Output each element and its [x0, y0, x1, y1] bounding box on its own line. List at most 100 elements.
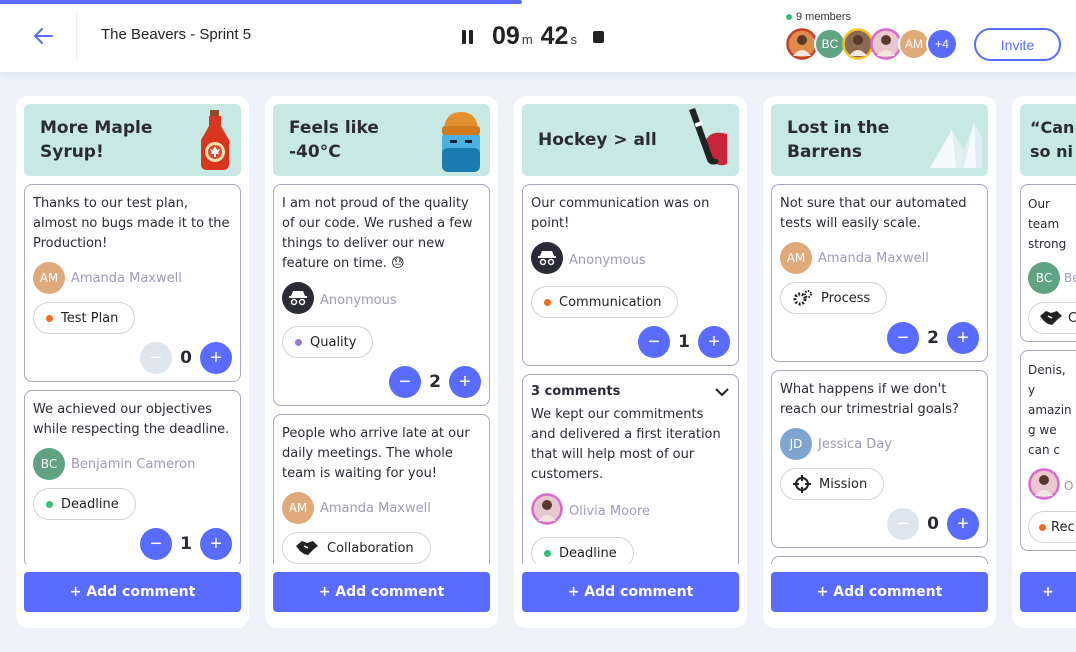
- tag-label: Deadline: [559, 545, 617, 561]
- author-name: Jessica Day: [818, 436, 892, 452]
- tag-label: Mission: [819, 476, 868, 492]
- tag-dot-icon: [46, 314, 53, 322]
- comment-author: Anonymous: [282, 282, 481, 318]
- add-comment-label: Add comment: [833, 584, 943, 600]
- column-title: Lost in the Barrens: [787, 118, 890, 162]
- vote-stepper: −1 +: [33, 528, 232, 560]
- column-title: “Can so ni: [1030, 118, 1075, 161]
- comment-author: Anonymous: [531, 242, 730, 278]
- tag-label: Test Plan: [61, 310, 119, 326]
- tag-chip[interactable]: Deadline: [33, 488, 136, 520]
- author-name: Amanda Maxwell: [320, 500, 431, 516]
- upvote-button[interactable]: +: [947, 508, 979, 540]
- add-comment-label: Add comment: [584, 584, 694, 600]
- vote-count: 2: [927, 328, 939, 348]
- add-comment-label: Add comment: [86, 584, 196, 600]
- tag-chip[interactable]: Test Plan: [33, 302, 136, 334]
- member-avatars[interactable]: BC AM +4: [786, 28, 958, 60]
- tag-chip[interactable]: Collaboration: [282, 532, 431, 564]
- column: Feels like -40°C I am not proud of the qu…: [265, 96, 498, 628]
- column-header: More Maple Syrup!: [24, 104, 241, 176]
- anonymous-icon: [282, 282, 314, 318]
- tag-chip[interactable]: Mission: [780, 468, 885, 500]
- tag-chip[interactable]: Quality: [282, 326, 374, 358]
- vote-stepper: −1 +: [531, 326, 730, 358]
- tag-dot-icon: [544, 298, 551, 306]
- tag-chip[interactable]: Process: [780, 282, 888, 314]
- tag-chip[interactable]: Rec: [1028, 511, 1076, 543]
- comments-count: 3 comments: [531, 384, 621, 399]
- comment-text: Denis, y amazing we can c: [1028, 363, 1072, 457]
- downvote-button[interactable]: −: [887, 508, 919, 540]
- add-comment-button[interactable]: + Add comment: [24, 572, 241, 612]
- upvote-button[interactable]: +: [200, 342, 232, 374]
- stop-icon[interactable]: [592, 30, 604, 43]
- comment-author: AM Amanda Maxwell: [282, 492, 481, 524]
- comment-text: I am not proud of the quality of our cod…: [282, 196, 473, 271]
- comment-text: Our communication was on point!: [531, 196, 710, 231]
- card-list[interactable]: Not sure that our automated tests will e…: [771, 184, 988, 564]
- member-avatar[interactable]: +4: [926, 28, 958, 60]
- minutes-unit: m: [521, 32, 533, 47]
- tag-dot-icon: [46, 500, 53, 508]
- tag-chip[interactable]: C: [1028, 302, 1076, 334]
- tag-label: Quality: [310, 334, 357, 350]
- tag-chip[interactable]: Communication: [531, 286, 679, 318]
- tag-dot-icon: [544, 549, 551, 557]
- back-arrow-icon[interactable]: [30, 24, 58, 48]
- upvote-button[interactable]: +: [200, 528, 232, 560]
- downvote-button[interactable]: −: [389, 366, 421, 398]
- comment-card: We achieved our objectives while respect…: [24, 390, 241, 564]
- tag-chip[interactable]: Deadline: [531, 537, 634, 564]
- author-name: Amanda Maxwell: [818, 250, 929, 266]
- avatar: [1028, 468, 1060, 503]
- add-comment-button[interactable]: + Add comment: [522, 572, 739, 612]
- avatar: AM: [33, 262, 65, 294]
- avatar: [531, 493, 563, 529]
- downvote-button[interactable]: −: [140, 342, 172, 374]
- downvote-button[interactable]: −: [140, 528, 172, 560]
- avatar: BC: [1028, 262, 1060, 294]
- invite-button[interactable]: Invite: [974, 28, 1061, 61]
- avatar-initials: BC: [821, 37, 839, 51]
- chevron-down-icon[interactable]: [714, 387, 730, 397]
- avatar: JD: [780, 428, 812, 460]
- downvote-button[interactable]: −: [887, 322, 919, 354]
- column-header: Hockey > all: [522, 104, 739, 176]
- vote-stepper: −2 +: [780, 322, 979, 354]
- card-list[interactable]: Our communication was on point! Anonymous…: [522, 184, 739, 564]
- comment-card: 3 comments We kept our commitments and de…: [522, 374, 739, 564]
- vote-count: 0: [180, 348, 192, 368]
- avatar: BC: [33, 448, 65, 480]
- comment-author: JD Jessica Day: [780, 428, 979, 460]
- comment-card: People who arrive late at our daily meet…: [273, 414, 490, 564]
- pause-icon[interactable]: [462, 29, 474, 44]
- seconds-unit: s: [570, 32, 577, 47]
- online-dot: [786, 14, 792, 20]
- vote-count: 2: [429, 372, 441, 392]
- avatar-initials: AM: [905, 37, 923, 51]
- add-comment-button[interactable]: + Add comment: [273, 572, 490, 612]
- comment-card: Thanks to our test plan, almost no bugs …: [24, 184, 241, 382]
- card-list[interactable]: Thanks to our test plan, almost no bugs …: [24, 184, 241, 564]
- add-comment-button[interactable]: + Add comment: [771, 572, 988, 612]
- add-comment-button[interactable]: +: [1020, 572, 1076, 612]
- members-count: 9 members: [786, 11, 851, 23]
- card-list[interactable]: I am not proud of the quality of our cod…: [273, 184, 490, 564]
- comment-text: People who arrive late at our daily meet…: [282, 426, 470, 481]
- upvote-button[interactable]: +: [947, 322, 979, 354]
- column: Lost in the Barrens Not sure that our aut…: [763, 96, 996, 628]
- column-title: More Maple Syrup!: [40, 118, 153, 162]
- timer: 09 m 42 s: [462, 22, 604, 51]
- upvote-button[interactable]: +: [449, 366, 481, 398]
- handshake-icon: [1039, 310, 1063, 326]
- comment-author: BC Benjamin Cameron: [33, 448, 232, 480]
- card-list[interactable]: Our team strong BC Be C Denis, y amazing we …: [1020, 184, 1076, 564]
- author-name: Anonymous: [320, 292, 397, 308]
- comment-card: I am not proud of the quality of our cod…: [273, 184, 490, 406]
- tag-label: Communication: [559, 294, 662, 310]
- upvote-button[interactable]: +: [698, 326, 730, 358]
- comment-card: [771, 556, 988, 564]
- vote-stepper: −0 +: [33, 342, 232, 374]
- downvote-button[interactable]: −: [638, 326, 670, 358]
